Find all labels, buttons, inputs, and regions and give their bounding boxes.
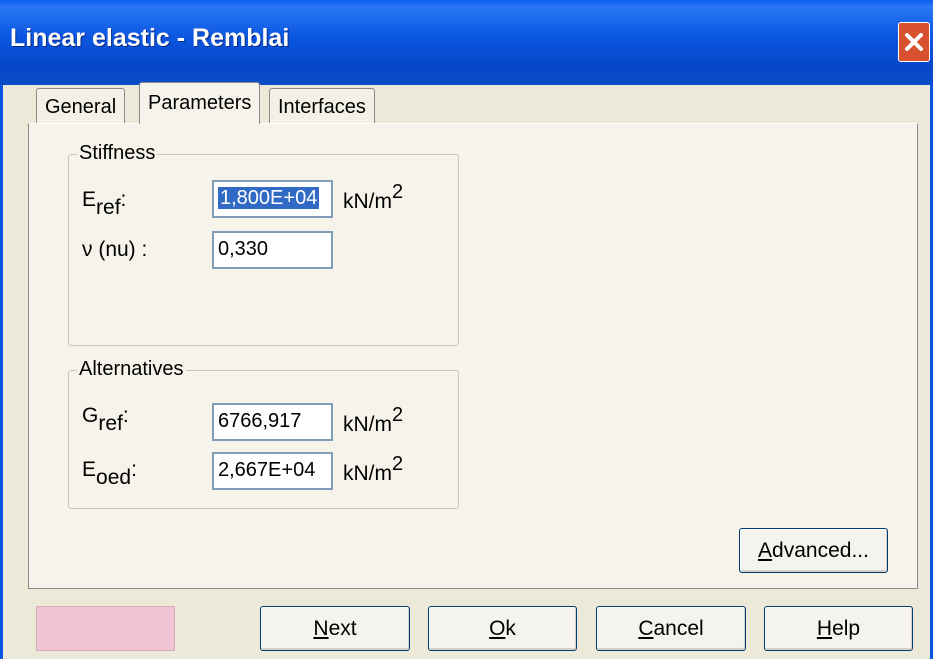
e-oed-unit: kN/m2 bbox=[343, 453, 404, 485]
e-oed-label: Eoed: bbox=[82, 458, 137, 489]
cancel-button[interactable]: Cancel bbox=[596, 606, 746, 651]
advanced-button[interactable]: Advanced... bbox=[739, 528, 888, 573]
help-button[interactable]: Help bbox=[764, 606, 913, 651]
e-ref-input[interactable]: 1,800E+04 bbox=[212, 180, 333, 218]
e-oed-input[interactable]: 2,667E+04 bbox=[212, 452, 333, 490]
stiffness-group-title: Stiffness bbox=[77, 142, 158, 165]
material-color-swatch[interactable] bbox=[36, 606, 175, 651]
g-ref-label: Gref: bbox=[82, 404, 129, 435]
g-ref-input[interactable]: 6766,917 bbox=[212, 403, 333, 441]
tab-parameters[interactable]: Parameters bbox=[139, 82, 261, 124]
alternatives-group-title: Alternatives bbox=[77, 358, 186, 381]
close-button[interactable] bbox=[898, 22, 930, 62]
g-ref-unit: kN/m2 bbox=[343, 404, 404, 436]
nu-input[interactable]: 0,330 bbox=[212, 231, 333, 269]
tab-interfaces[interactable]: Interfaces bbox=[269, 88, 375, 124]
ok-button[interactable]: Ok bbox=[428, 606, 577, 651]
window-title: Linear elastic - Remblai bbox=[10, 24, 290, 52]
e-ref-unit: kN/m2 bbox=[343, 181, 404, 213]
tab-general[interactable]: General bbox=[36, 88, 126, 124]
nu-label: ν (nu) : bbox=[82, 238, 148, 261]
e-ref-label: Eref: bbox=[82, 188, 127, 219]
title-bar[interactable]: Linear elastic - Remblai bbox=[0, 0, 933, 85]
next-button[interactable]: Next bbox=[260, 606, 410, 651]
close-icon bbox=[905, 33, 923, 51]
